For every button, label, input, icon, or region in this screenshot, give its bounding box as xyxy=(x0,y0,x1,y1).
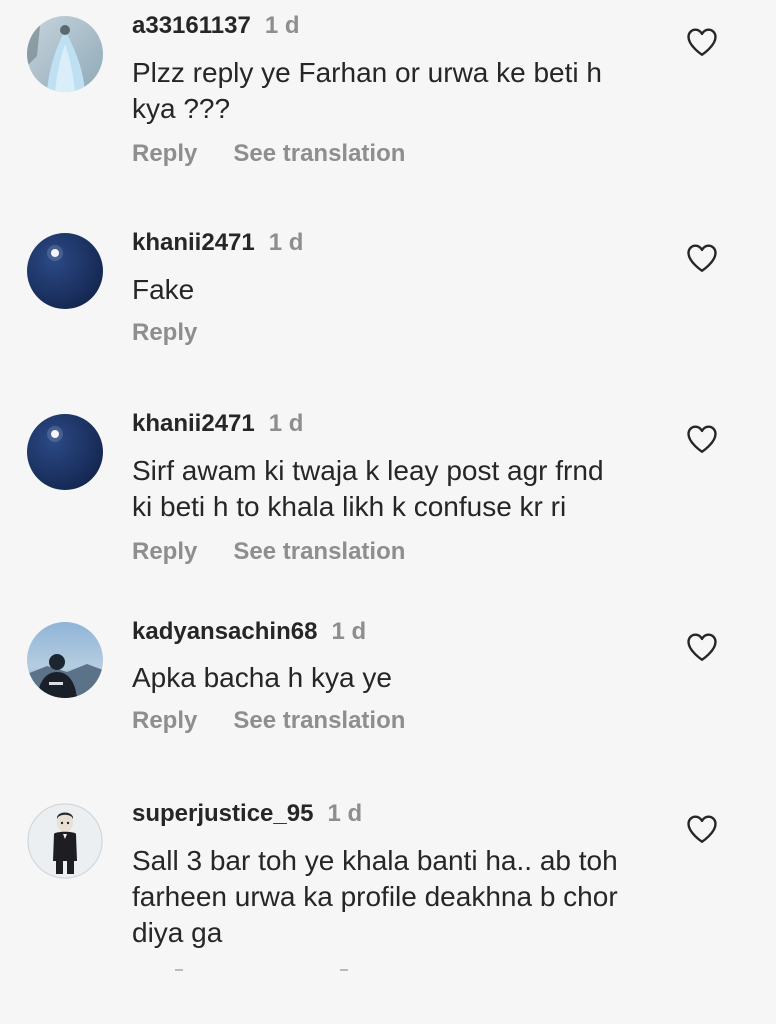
avatar-photo xyxy=(27,803,103,879)
comment-text-line: Fake xyxy=(132,274,195,305)
reply-button[interactable]: Reply xyxy=(132,140,197,167)
comment-text: Sirf awam ki twaja k leay post agr frnd … xyxy=(132,453,672,525)
comment-text-line: Sirf awam ki twaja k leay post agr frnd xyxy=(132,455,604,486)
comment-text-line: Plzz reply ye Farhan or urwa ke beti h xyxy=(132,57,602,88)
comment-text-line: ki beti h to khala likh k confuse kr ri xyxy=(132,491,567,522)
heart-outline-icon[interactable] xyxy=(683,629,721,665)
reply-button[interactable]: Reply xyxy=(132,538,197,565)
comment-text-line: kya ??? xyxy=(132,93,231,124)
comment-username[interactable]: khanii2471 xyxy=(132,229,255,256)
comment-text: Plzz reply ye Farhan or urwa ke beti h k… xyxy=(132,55,672,127)
comment-time: 1 d xyxy=(268,229,304,256)
comment-time: 1 d xyxy=(327,800,363,827)
comment-actions: Reply See translation xyxy=(132,537,672,567)
bottom-fade xyxy=(0,962,776,1024)
comment-text-line: Apka bacha h kya ye xyxy=(132,662,392,693)
heart-outline-icon[interactable] xyxy=(683,24,721,60)
comment-text-line: Sall 3 bar toh ye khala banti ha.. ab to… xyxy=(132,845,618,876)
comment-actions: Reply xyxy=(132,318,672,348)
avatar-photo xyxy=(27,622,103,698)
avatar[interactable] xyxy=(27,622,103,698)
comment-text-line: diya ga xyxy=(132,917,223,948)
reply-button[interactable]: Reply xyxy=(132,707,197,734)
avatar-photo xyxy=(27,233,103,309)
avatar[interactable] xyxy=(27,803,103,879)
comment-actions: Reply See translation xyxy=(132,139,672,169)
comment-time: 1 d xyxy=(331,618,367,645)
comment-username[interactable]: a33161137 xyxy=(132,12,251,39)
comment-time: 1 d xyxy=(264,12,300,39)
see-translation-button[interactable]: See translation xyxy=(233,538,405,565)
comment-text: Sall 3 bar toh ye khala banti ha.. ab to… xyxy=(132,843,672,951)
comment-text-line: farheen urwa ka profile deakhna b chor xyxy=(132,881,618,912)
see-translation-button[interactable]: See translation xyxy=(233,140,405,167)
reply-button[interactable]: Reply xyxy=(132,319,197,346)
comment-username[interactable]: khanii2471 xyxy=(132,410,255,437)
heart-outline-icon[interactable] xyxy=(683,421,721,457)
comment-username[interactable]: kadyansachin68 xyxy=(132,618,317,645)
comment-text: Apka bacha h kya ye xyxy=(132,660,672,696)
avatar[interactable] xyxy=(27,16,103,92)
heart-outline-icon[interactable] xyxy=(683,240,721,276)
avatar-photo xyxy=(27,414,103,490)
comment-username[interactable]: superjustice_95 xyxy=(132,800,313,827)
cutoff-text-fragment xyxy=(175,969,348,971)
comment-actions: Reply See translation xyxy=(132,706,672,736)
comment-text: Fake xyxy=(132,272,672,308)
comments-page: a33161137 1 d Plzz reply ye Farhan or urw… xyxy=(0,0,776,1024)
avatar[interactable] xyxy=(27,233,103,309)
heart-outline-icon[interactable] xyxy=(683,811,721,847)
see-translation-button[interactable]: See translation xyxy=(233,707,405,734)
avatar[interactable] xyxy=(27,414,103,490)
comment-time: 1 d xyxy=(268,410,304,437)
avatar-photo xyxy=(27,16,103,92)
